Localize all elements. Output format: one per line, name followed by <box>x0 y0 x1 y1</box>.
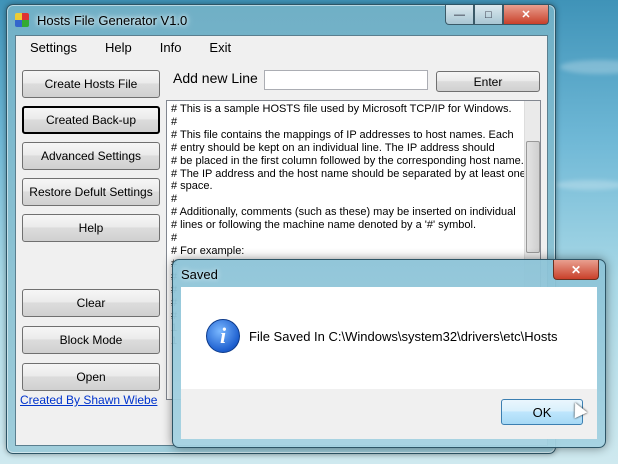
background-streak <box>560 60 618 74</box>
help-button[interactable]: Help <box>22 214 160 242</box>
menu-help[interactable]: Help <box>97 40 132 55</box>
create-hosts-file-button[interactable]: Create Hosts File <box>22 70 160 98</box>
enter-button[interactable]: Enter <box>436 71 540 92</box>
maximize-button[interactable]: □ <box>474 5 503 25</box>
dialog-body: i File Saved In C:\Windows\system32\driv… <box>181 287 597 389</box>
menu-settings[interactable]: Settings <box>22 40 77 55</box>
scrollbar-thumb[interactable] <box>526 141 540 253</box>
background-streak <box>555 180 618 190</box>
menu-exit[interactable]: Exit <box>201 40 231 55</box>
created-backup-button[interactable]: Created Back-up <box>22 106 160 134</box>
app-icon <box>15 13 29 27</box>
caption-buttons: — □ ✕ <box>445 5 549 25</box>
advanced-settings-button[interactable]: Advanced Settings <box>22 142 160 170</box>
window-title: Hosts File Generator V1.0 <box>37 13 188 28</box>
dialog-message: File Saved In C:\Windows\system32\driver… <box>249 329 558 344</box>
dialog-close-button[interactable]: ✕ <box>553 260 599 280</box>
minimize-button[interactable]: — <box>445 5 474 25</box>
restore-default-settings-button[interactable]: Restore Defult Settings <box>22 178 160 206</box>
close-button[interactable]: ✕ <box>503 5 549 25</box>
saved-dialog: Saved ✕ i File Saved In C:\Windows\syste… <box>172 259 606 448</box>
dialog-title: Saved <box>181 267 218 282</box>
credit-link[interactable]: Created By Shawn Wiebe <box>20 393 157 407</box>
add-new-line-input[interactable] <box>264 70 428 90</box>
info-icon: i <box>206 319 240 353</box>
dialog-footer: OK <box>181 389 597 439</box>
title-bar[interactable]: Hosts File Generator V1.0 — □ ✕ <box>7 5 555 35</box>
add-new-line-label: Add new Line <box>173 70 258 86</box>
clear-button[interactable]: Clear <box>22 289 160 317</box>
menu-info[interactable]: Info <box>152 40 182 55</box>
menu-bar: Settings Help Info Exit <box>16 36 547 58</box>
open-button[interactable]: Open <box>22 363 160 391</box>
block-mode-button[interactable]: Block Mode <box>22 326 160 354</box>
